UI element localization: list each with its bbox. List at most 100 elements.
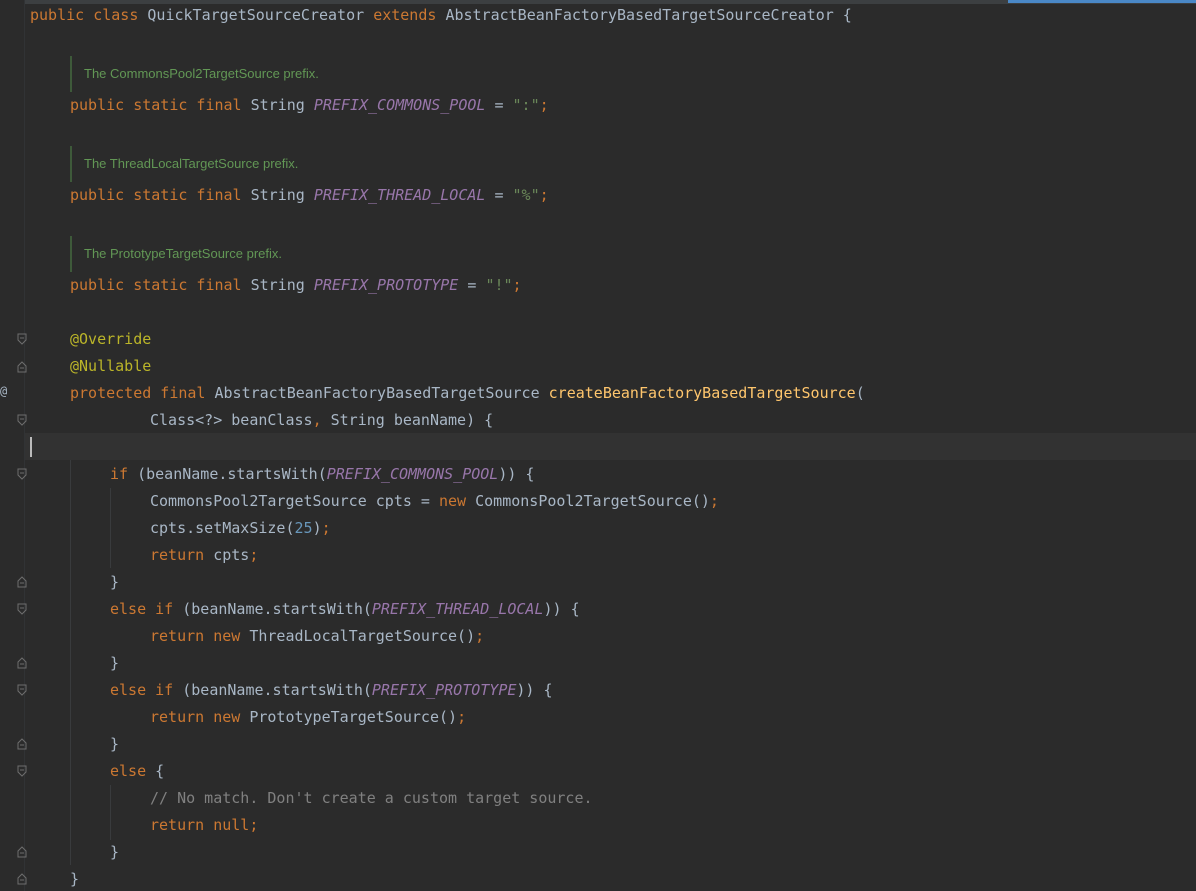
code-token: cpts.setMaxSize(	[150, 519, 295, 537]
code-token: return new	[150, 627, 250, 645]
code-token: QuickTargetSourceCreator	[147, 6, 374, 24]
code-token: else if	[110, 600, 183, 618]
code-line-return-null[interactable]: return null;	[150, 812, 258, 838]
fold-open-icon[interactable]	[17, 468, 27, 480]
code-token: else	[110, 762, 156, 780]
code-token: @Override	[70, 330, 152, 348]
code-token: return new	[150, 708, 250, 726]
doc-comment-commons-pool: The CommonsPool2TargetSource prefix.	[70, 56, 319, 92]
code-token: ;	[321, 519, 331, 537]
indexing-progress-indicator	[1008, 0, 1196, 3]
code-token: else if	[110, 681, 183, 699]
code-line-return-proto[interactable]: return new PrototypeTargetSource();	[150, 704, 466, 730]
code-token: String	[250, 276, 314, 294]
override-gutter-icon[interactable]: @	[0, 384, 7, 398]
code-line-return-cpts[interactable]: return cpts;	[150, 542, 258, 568]
fold-close-icon[interactable]	[17, 657, 27, 669]
fold-open-icon[interactable]	[17, 414, 27, 426]
code-token: ;	[539, 186, 549, 204]
code-line-elseif-thread[interactable]: else if (beanName.startsWith(PREFIX_THRE…	[110, 596, 580, 622]
doc-comment-prototype: The PrototypeTargetSource prefix.	[70, 236, 282, 272]
code-editor[interactable]: The CommonsPool2TargetSource prefix. The…	[0, 0, 1196, 891]
fold-close-icon[interactable]	[17, 576, 27, 588]
code-token: Class<?> beanClass	[150, 411, 313, 429]
editor-gutter[interactable]	[0, 0, 24, 891]
fold-close-icon[interactable]	[17, 738, 27, 750]
code-token: }	[110, 843, 120, 861]
fold-close-icon[interactable]	[17, 873, 27, 885]
code-token: // No match. Don't create a custom targe…	[150, 789, 593, 807]
code-token: public static final	[70, 96, 251, 114]
code-token: ,	[312, 411, 331, 429]
code-token: ":"	[512, 96, 540, 114]
code-token: String beanName) {	[330, 411, 494, 429]
code-token: public static final	[70, 186, 251, 204]
code-token: )) {	[498, 465, 535, 483]
code-token: }	[70, 870, 80, 888]
code-line-new-cpts[interactable]: CommonsPool2TargetSource cpts = new Comm…	[150, 488, 719, 514]
code-token: }	[110, 573, 120, 591]
code-token: return	[150, 546, 214, 564]
code-token: String	[250, 186, 314, 204]
code-token: PREFIX_COMMONS_POOL	[313, 96, 486, 114]
code-line-close-brace[interactable]: }	[110, 650, 119, 676]
code-token: PREFIX_COMMONS_POOL	[326, 465, 499, 483]
code-token: =	[485, 96, 513, 114]
code-token: ;	[512, 276, 522, 294]
code-token: extends	[373, 6, 446, 24]
code-token: )) {	[543, 600, 580, 618]
code-token: AbstractBeanFactoryBasedTargetSourceCrea…	[445, 6, 852, 24]
code-token: )	[312, 519, 322, 537]
code-token: AbstractBeanFactoryBasedTargetSource	[214, 384, 549, 402]
code-line-comment[interactable]: // No match. Don't create a custom targe…	[150, 785, 593, 811]
indent-guide	[70, 460, 71, 865]
code-token: CommonsPool2TargetSource cpts =	[150, 492, 439, 510]
code-line-close-brace[interactable]: }	[110, 569, 119, 595]
code-line-close-brace[interactable]: }	[110, 839, 119, 865]
code-line-field-thread-local[interactable]: public static final String PREFIX_THREAD…	[70, 182, 549, 208]
code-line-elseif-proto[interactable]: else if (beanName.startsWith(PREFIX_PROT…	[110, 677, 553, 703]
code-line-override[interactable]: @Override	[70, 326, 151, 352]
code-token: PREFIX_PROTOTYPE	[313, 276, 459, 294]
code-token: protected final	[70, 384, 215, 402]
fold-open-icon[interactable]	[17, 333, 27, 345]
code-token: return null	[150, 816, 250, 834]
code-token: (	[855, 384, 865, 402]
code-token: ;	[249, 546, 259, 564]
indent-guide	[110, 785, 111, 840]
code-token: }	[110, 735, 120, 753]
code-token: PrototypeTargetSource()	[249, 708, 458, 726]
code-token: =	[458, 276, 486, 294]
fold-open-icon[interactable]	[17, 765, 27, 777]
code-line-nullable[interactable]: @Nullable	[70, 353, 151, 379]
code-line-class-decl[interactable]: public class QuickTargetSourceCreator ex…	[30, 2, 852, 28]
fold-open-icon[interactable]	[17, 603, 27, 615]
code-line-if-commons[interactable]: if (beanName.startsWith(PREFIX_COMMONS_P…	[110, 461, 534, 487]
current-line-highlight	[25, 433, 1196, 460]
code-line-else[interactable]: else {	[110, 758, 164, 784]
code-token: if	[110, 465, 138, 483]
code-token: "%"	[512, 186, 540, 204]
code-token: CommonsPool2TargetSource()	[475, 492, 710, 510]
fold-close-icon[interactable]	[17, 361, 27, 373]
code-line-method-params[interactable]: Class<?> beanClass, String beanName) {	[150, 407, 493, 433]
code-line-close-method[interactable]: }	[70, 866, 79, 891]
fold-close-icon[interactable]	[17, 846, 27, 858]
code-line-close-brace[interactable]: }	[110, 731, 119, 757]
indent-guide	[110, 488, 111, 568]
code-line-set-max-size[interactable]: cpts.setMaxSize(25);	[150, 515, 331, 541]
code-token: ;	[475, 627, 485, 645]
code-token: PREFIX_THREAD_LOCAL	[313, 186, 486, 204]
code-line-return-thread[interactable]: return new ThreadLocalTargetSource();	[150, 623, 484, 649]
code-line-field-prototype[interactable]: public static final String PREFIX_PROTOT…	[70, 272, 522, 298]
code-token: }	[110, 654, 120, 672]
code-token: =	[485, 186, 513, 204]
code-token: String	[250, 96, 314, 114]
code-line-method-sig[interactable]: protected final AbstractBeanFactoryBased…	[70, 380, 865, 406]
doc-comment-thread-local: The ThreadLocalTargetSource prefix.	[70, 146, 298, 182]
code-token: "!"	[485, 276, 513, 294]
fold-open-icon[interactable]	[17, 684, 27, 696]
code-line-field-commons-pool[interactable]: public static final String PREFIX_COMMON…	[70, 92, 549, 118]
code-token: ;	[709, 492, 719, 510]
code-token: createBeanFactoryBasedTargetSource	[548, 384, 856, 402]
